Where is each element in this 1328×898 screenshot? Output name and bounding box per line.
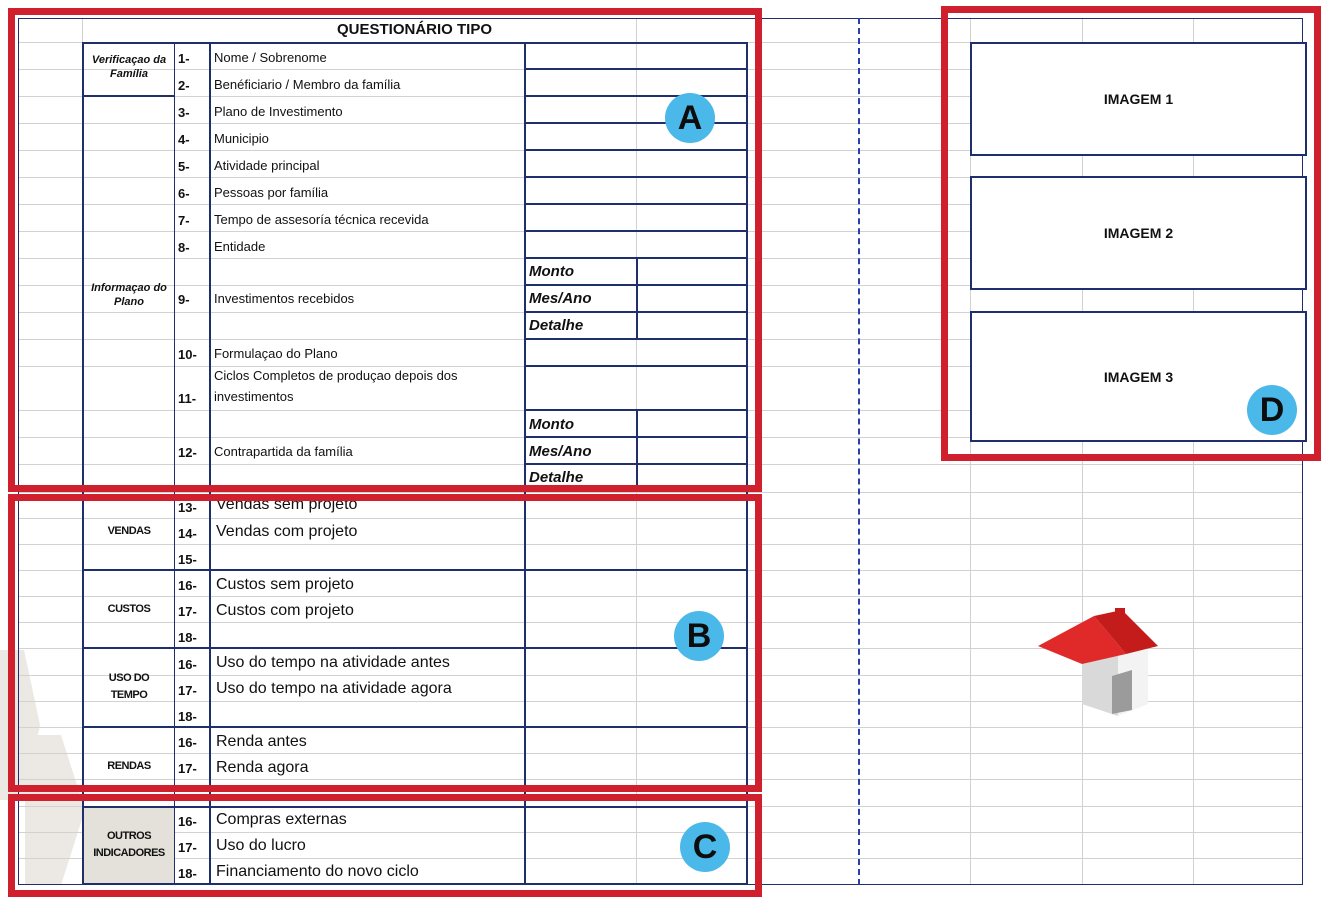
badge-b: B (674, 611, 724, 661)
highlight-box-b (8, 494, 762, 792)
badge-a: A (665, 93, 715, 143)
page-break-line (858, 18, 860, 885)
badge-d: D (1247, 385, 1297, 435)
highlight-box-c (8, 794, 762, 897)
highlight-box-a (8, 8, 762, 492)
home-icon[interactable] (1030, 606, 1166, 720)
badge-c: C (680, 822, 730, 872)
